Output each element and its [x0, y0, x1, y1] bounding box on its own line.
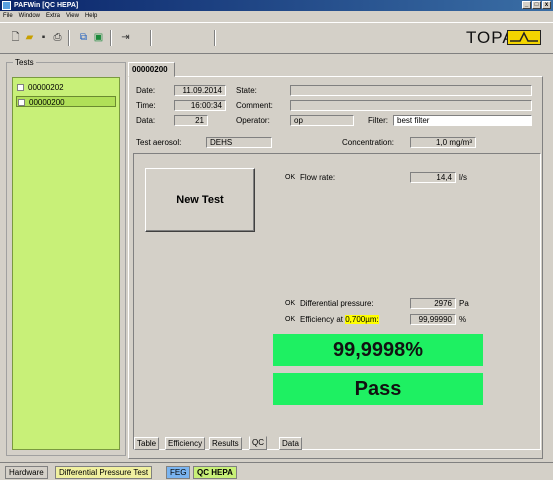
- tab-table[interactable]: Table: [134, 437, 160, 450]
- flow-label: Flow rate:: [300, 173, 336, 182]
- tab-test[interactable]: 00000200: [128, 62, 175, 77]
- eff-value: 99,99990: [410, 314, 456, 325]
- tab-results[interactable]: Results: [209, 437, 242, 450]
- tab-efficiency[interactable]: Efficiency: [165, 437, 206, 450]
- excel-icon[interactable]: ▣: [93, 32, 104, 43]
- save-icon[interactable]: ▪: [38, 32, 49, 43]
- menu-window[interactable]: Window: [19, 11, 40, 22]
- list-item-selected[interactable]: 00000200: [16, 96, 116, 107]
- operator-field: op: [290, 115, 354, 126]
- aerosol-field: DEHS: [206, 137, 272, 148]
- eff-unit: %: [459, 315, 467, 324]
- filter-input[interactable]: best filter: [393, 115, 532, 126]
- app-icon: [2, 1, 11, 10]
- date-label: Date:: [136, 86, 156, 95]
- eff-label: Efficiency at 0,700µm:: [300, 314, 379, 325]
- time-label: Time:: [136, 101, 156, 110]
- menu-extra[interactable]: Extra: [46, 11, 60, 22]
- date-field: 11.09.2014: [174, 85, 226, 96]
- state-label: State:: [236, 86, 257, 95]
- new-test-button[interactable]: New Test: [145, 168, 255, 232]
- checkbox[interactable]: [17, 84, 24, 91]
- filter-label: Filter:: [368, 116, 388, 125]
- eff-wavelength: 0,700µm:: [345, 315, 379, 324]
- list-item[interactable]: 00000202: [16, 82, 116, 93]
- menu-file[interactable]: File: [3, 11, 13, 22]
- data-label: Data:: [136, 116, 156, 125]
- efficiency-display: 99,9998%: [273, 334, 483, 366]
- title-bar: PAFWin [QC HEPA] _ □ x: [0, 0, 553, 11]
- maximize-button[interactable]: □: [532, 1, 541, 9]
- dp-unit: Pa: [459, 299, 469, 308]
- minimize-button[interactable]: _: [522, 1, 531, 9]
- tab-data[interactable]: Data: [279, 437, 302, 450]
- eff-ok: OK: [285, 316, 296, 323]
- result-display: Pass: [273, 373, 483, 405]
- aerosol-label: Test aerosol:: [136, 138, 182, 147]
- checkbox[interactable]: [18, 99, 25, 106]
- concentration-field: 1,0 mg/m³: [410, 137, 476, 148]
- task-feg[interactable]: FEG: [166, 466, 191, 479]
- time-field: 16:00:34: [174, 100, 226, 111]
- task-qc-hepa[interactable]: QC HEPA: [193, 466, 237, 479]
- copy-icon[interactable]: ⧉: [78, 32, 89, 43]
- test-id: 00000202: [28, 83, 64, 92]
- comment-field: [290, 100, 532, 111]
- toolbar: 🗋 ▰ ▪ ⎙ ⧉ ▣ ⇥ TOPAS: [0, 22, 553, 54]
- data-field: 21: [174, 115, 208, 126]
- print-icon[interactable]: ⎙: [52, 32, 63, 43]
- tab-qc[interactable]: QC: [249, 436, 267, 450]
- flow-unit: l/s: [459, 173, 467, 182]
- open-folder-icon[interactable]: ▰: [24, 32, 35, 43]
- eff-label-text: Efficiency at: [300, 315, 346, 324]
- close-button[interactable]: x: [542, 1, 551, 9]
- menu-help[interactable]: Help: [85, 11, 97, 22]
- dp-ok: OK: [285, 300, 296, 307]
- task-hardware[interactable]: Hardware: [5, 466, 48, 479]
- operator-label: Operator:: [236, 116, 270, 125]
- menu-view[interactable]: View: [66, 11, 79, 22]
- brand-logo-icon: [507, 30, 541, 45]
- flow-ok: OK: [285, 174, 296, 181]
- menu-bar: File Window Extra View Help: [0, 11, 553, 22]
- new-file-icon[interactable]: 🗋: [10, 32, 21, 43]
- tests-group-label: Tests: [13, 58, 36, 67]
- dp-label: Differential pressure:: [300, 299, 374, 308]
- flow-value: 14,4: [410, 172, 456, 183]
- task-bar: Hardware Differential Pressure Test FEG …: [0, 462, 553, 480]
- task-differential-pressure[interactable]: Differential Pressure Test: [55, 466, 153, 479]
- tests-list[interactable]: 00000202 00000200: [12, 77, 120, 450]
- test-id: 00000200: [29, 98, 65, 107]
- state-field: [290, 85, 532, 96]
- concentration-label: Concentration:: [342, 138, 395, 147]
- dp-value: 2976: [410, 298, 456, 309]
- exit-icon[interactable]: ⇥: [120, 32, 131, 43]
- comment-label: Comment:: [236, 101, 273, 110]
- window-title: PAFWin [QC HEPA]: [14, 2, 79, 9]
